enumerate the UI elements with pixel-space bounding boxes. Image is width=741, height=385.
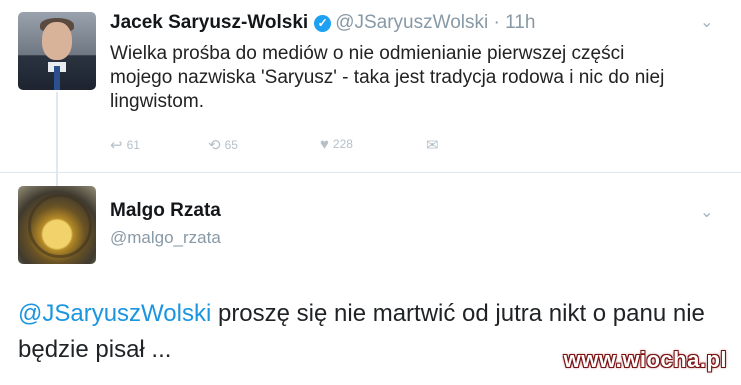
avatar-ring [28, 194, 92, 258]
avatar-face [42, 22, 72, 60]
reply-header: Malgo Rzata @malgo_rzata [110, 200, 221, 248]
like-count: 228 [332, 137, 353, 151]
chevron-down-icon[interactable]: ⌄ [700, 12, 713, 32]
separator: · [493, 12, 500, 33]
author-name[interactable]: Jacek Saryusz-Wolski [110, 12, 308, 33]
avatar-reply[interactable] [18, 186, 96, 264]
thread-line [56, 92, 58, 192]
retweet-button[interactable]: ⟲ 65 [208, 136, 238, 154]
reply-author-handle[interactable]: @malgo_rzata [110, 228, 221, 248]
heart-icon: ♥ [320, 136, 329, 153]
like-button[interactable]: ♥ 228 [320, 136, 353, 153]
tweet-text: Wielka prośba do mediów o nie odmieniani… [110, 43, 665, 112]
tweet-jacek: Jacek Saryusz-Wolski ✓ @JSaryuszWolski · 1… [0, 0, 741, 192]
tweet-divider [0, 172, 741, 173]
reply-icon: ↩ [110, 137, 123, 154]
retweet-count: 65 [224, 138, 238, 152]
avatar-tie [54, 66, 60, 90]
watermark: www.wiocha.pl [563, 347, 727, 372]
direct-message-icon: ✉ [426, 137, 439, 154]
verified-badge-icon: ✓ [314, 15, 332, 32]
author-handle[interactable]: @JSaryuszWolski [335, 12, 488, 33]
chevron-down-icon[interactable]: ⌄ [700, 202, 713, 222]
tweet-time[interactable]: 11h [505, 12, 535, 33]
direct-message-button[interactable]: ✉ [426, 136, 443, 154]
reply-count: 61 [126, 138, 140, 152]
tweet-header: Jacek Saryusz-Wolski ✓ @JSaryuszWolski · 1… [110, 12, 535, 34]
reply-author-name[interactable]: Malgo Rzata [110, 200, 221, 222]
avatar[interactable] [18, 12, 96, 90]
mention-link[interactable]: @JSaryuszWolski [18, 300, 211, 327]
retweet-icon: ⟲ [208, 137, 221, 154]
reply-button[interactable]: ↩ 61 [110, 136, 140, 154]
